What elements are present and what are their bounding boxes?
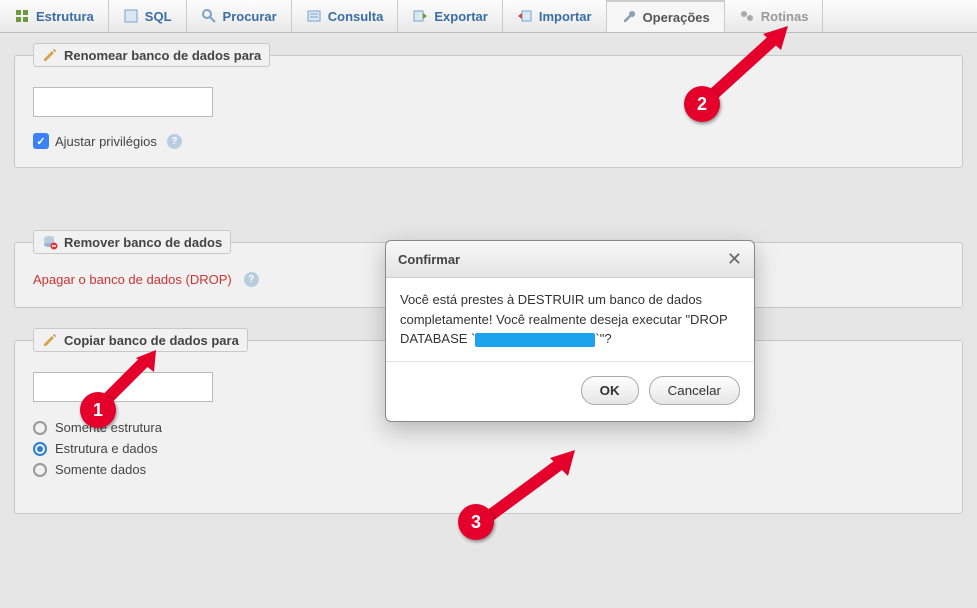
tab-export[interactable]: Exportar — [398, 0, 502, 32]
tab-structure[interactable]: Estrutura — [0, 0, 109, 32]
panel-rename-title: Renomear banco de dados para — [64, 48, 261, 63]
tab-import[interactable]: Importar — [503, 0, 607, 32]
tab-label: Rotinas — [761, 9, 809, 24]
redacted-db-name — [475, 333, 595, 347]
panel-rename: Renomear banco de dados para Ajustar pri… — [14, 43, 963, 168]
panel-copy-legend: Copiar banco de dados para — [33, 328, 248, 352]
pencil-icon — [42, 47, 58, 63]
tab-label: SQL — [145, 9, 172, 24]
modal-header: Confirmar ✕ — [386, 241, 754, 278]
panel-rename-legend: Renomear banco de dados para — [33, 43, 270, 67]
cancel-button[interactable]: Cancelar — [649, 376, 740, 405]
tab-label: Consulta — [328, 9, 384, 24]
annotation-marker-1: 1 — [80, 392, 116, 428]
radio-label: Estrutura e dados — [55, 441, 158, 456]
help-icon[interactable]: ? — [167, 134, 182, 149]
rename-input[interactable] — [33, 87, 213, 117]
radio-icon — [33, 421, 47, 435]
tab-query[interactable]: Consulta — [292, 0, 399, 32]
tab-label: Importar — [539, 9, 592, 24]
wrench-icon — [621, 9, 637, 25]
panel-copy-title: Copiar banco de dados para — [64, 333, 239, 348]
top-tabs: Estrutura SQL Procurar Consulta Exportar… — [0, 0, 977, 33]
confirm-modal: Confirmar ✕ Você está prestes à DESTRUIR… — [385, 240, 755, 422]
search-icon — [201, 8, 217, 24]
gears-icon — [739, 8, 755, 24]
modal-body-suffix: `"? — [595, 331, 611, 346]
tab-label: Exportar — [434, 9, 487, 24]
modal-footer: OK Cancelar — [386, 362, 754, 421]
drop-link-text: Apagar o banco de dados (DROP) — [33, 272, 232, 287]
tab-search[interactable]: Procurar — [187, 0, 292, 32]
help-icon[interactable]: ? — [244, 272, 259, 287]
pencil-icon — [42, 332, 58, 348]
annotation-marker-3: 3 — [458, 504, 494, 540]
annotation-marker-2: 2 — [684, 86, 720, 122]
modal-title: Confirmar — [398, 252, 460, 267]
adjust-privileges-row[interactable]: Ajustar privilégios ? — [33, 133, 944, 149]
tab-label: Estrutura — [36, 9, 94, 24]
radio-checked-icon — [33, 442, 47, 456]
panel-remove-title: Remover banco de dados — [64, 235, 222, 250]
radio-label: Somente dados — [55, 462, 146, 477]
close-icon[interactable]: ✕ — [727, 250, 742, 268]
database-remove-icon — [42, 234, 58, 250]
ok-button[interactable]: OK — [581, 376, 639, 405]
adjust-privileges-label: Ajustar privilégios — [55, 134, 157, 149]
panel-remove-legend: Remover banco de dados — [33, 230, 231, 254]
checkbox-checked-icon — [33, 133, 49, 149]
modal-body: Você está prestes à DESTRUIR um banco de… — [386, 278, 754, 362]
tab-sql[interactable]: SQL — [109, 0, 187, 32]
radio-icon — [33, 463, 47, 477]
query-icon — [306, 8, 322, 24]
structure-icon — [14, 8, 30, 24]
import-icon — [517, 8, 533, 24]
tab-label: Operações — [643, 10, 710, 25]
export-icon — [412, 8, 428, 24]
tab-label: Procurar — [223, 9, 277, 24]
sql-icon — [123, 8, 139, 24]
